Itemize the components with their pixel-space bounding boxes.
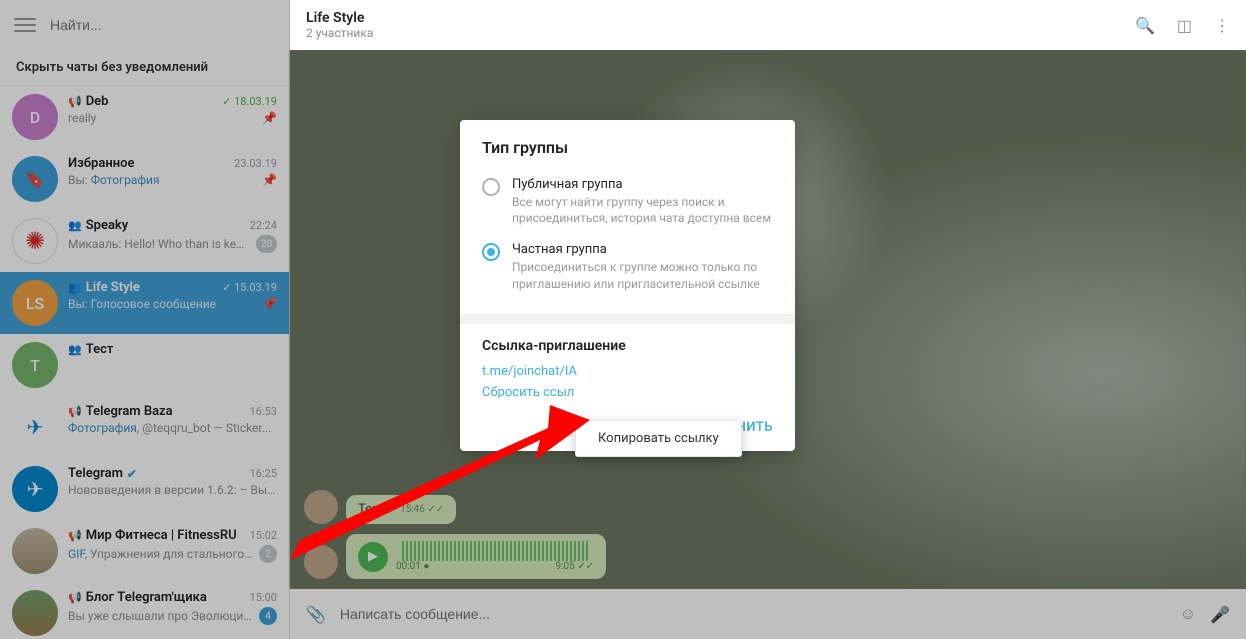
- copy-link-menuitem[interactable]: Копировать ссылку: [576, 421, 741, 456]
- radio-label: Публичная группа: [512, 177, 773, 192]
- search-icon[interactable]: 🔍: [1135, 16, 1155, 35]
- radio-icon-selected: [482, 243, 500, 261]
- radio-private-group[interactable]: Частная группа Присоединиться к группе м…: [482, 234, 773, 299]
- radio-label: Частная группа: [512, 242, 773, 257]
- chat-header-title[interactable]: Life Style: [306, 10, 373, 26]
- chat-header-subtitle: 2 участника: [306, 26, 373, 40]
- radio-description: Все могут найти группу через поиск и при…: [512, 194, 773, 226]
- invite-link-url[interactable]: t.me/joinchat/IA: [482, 364, 773, 379]
- radio-public-group[interactable]: Публичная группа Все могут найти группу …: [482, 169, 773, 234]
- radio-icon: [482, 178, 500, 196]
- radio-description: Присоединиться к группе можно только по …: [512, 259, 773, 291]
- invite-link-title: Ссылка-приглашение: [482, 338, 773, 354]
- more-icon[interactable]: ⋮: [1214, 16, 1230, 35]
- chat-header: Life Style 2 участника 🔍 ◫ ⋮: [290, 0, 1246, 50]
- group-type-modal: Тип группы Публичная группа Все могут на…: [460, 120, 795, 451]
- sidepanel-icon[interactable]: ◫: [1177, 16, 1192, 35]
- reset-link-button[interactable]: Сбросить ссыл: [482, 385, 773, 400]
- modal-title: Тип группы: [460, 120, 795, 169]
- context-menu: Копировать ссылку: [575, 420, 742, 457]
